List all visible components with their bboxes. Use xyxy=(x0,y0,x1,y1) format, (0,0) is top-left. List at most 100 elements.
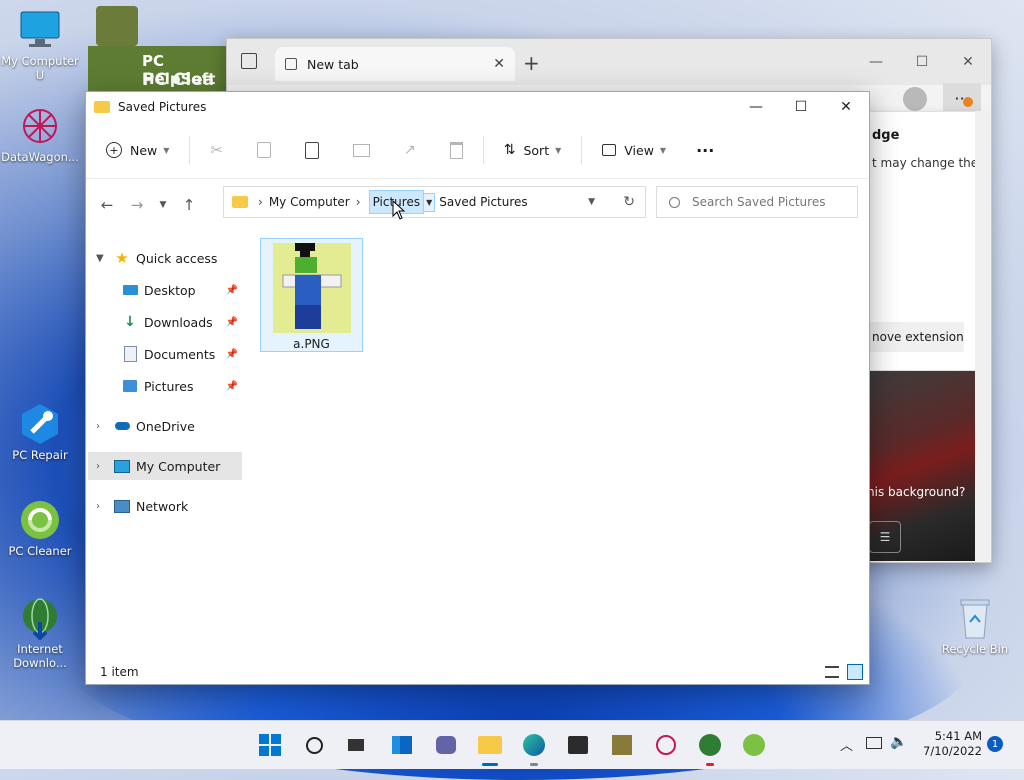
sidebar-item-desktop[interactable]: Desktop 📌 xyxy=(88,276,242,304)
sidebar-item-quick-access[interactable]: ▼ ★ Quick access xyxy=(88,244,242,272)
desktop-icon-label: Internet Downlo... xyxy=(13,642,67,670)
books-app-button[interactable] xyxy=(606,729,638,761)
file-item[interactable]: a.PNG xyxy=(260,238,363,352)
sidebar-item-pictures[interactable]: Pictures 📌 xyxy=(88,372,242,400)
breadcrumb-my-computer[interactable]: My Computer xyxy=(269,195,350,209)
address-dropdown-icon[interactable]: ▼ xyxy=(588,197,595,207)
edge-scrollbar[interactable] xyxy=(975,111,991,561)
start-button[interactable] xyxy=(254,729,286,761)
background-menu-button[interactable]: ☰ xyxy=(869,521,901,553)
status-bar: 1 item xyxy=(86,660,869,684)
recent-locations-button[interactable]: ▼ xyxy=(152,190,174,220)
breadcrumb-dropdown-icon[interactable]: ▼ xyxy=(424,192,436,212)
datawagon-taskbar-button[interactable] xyxy=(650,729,682,761)
sidebar-item-downloads[interactable]: ↓ Downloads 📌 xyxy=(88,308,242,336)
rename-button[interactable] xyxy=(345,134,378,166)
pin-icon: 📌 xyxy=(225,284,238,296)
chevron-down-icon: ▼ xyxy=(555,145,562,155)
breadcrumb-separator: › xyxy=(355,195,361,209)
globe-download-icon xyxy=(18,596,62,640)
recycle-bin-icon xyxy=(953,596,997,640)
address-bar[interactable]: › My Computer › Pictures ▼ Saved Picture… xyxy=(223,186,646,218)
tab-actions-icon[interactable] xyxy=(241,53,257,69)
banner-line2: PC Clea xyxy=(142,70,215,90)
volume-icon[interactable]: 🔈 xyxy=(890,734,907,750)
share-button[interactable]: ↗ xyxy=(396,134,424,166)
up-button[interactable]: ↑ xyxy=(174,190,204,220)
details-view-icon[interactable] xyxy=(825,666,839,678)
share-icon: ↗ xyxy=(404,142,416,158)
back-button[interactable]: ← xyxy=(92,190,122,220)
pc-cleaner-taskbar-button[interactable] xyxy=(738,729,770,761)
widgets-button[interactable] xyxy=(386,729,418,761)
large-icons-view-icon[interactable] xyxy=(847,664,863,680)
new-button[interactable]: + New ▼ xyxy=(98,134,177,166)
refresh-icon[interactable]: ↻ xyxy=(623,194,635,210)
sidebar-label: OneDrive xyxy=(136,418,195,434)
sidebar-item-network[interactable]: › Network xyxy=(88,492,242,520)
network-status-icon[interactable] xyxy=(866,737,882,749)
sidebar-item-my-computer[interactable]: › My Computer xyxy=(88,452,242,480)
desktop-icon-recycle-bin[interactable]: Recycle Bin xyxy=(935,596,1015,656)
pchelpsoft-window: PC HelpSoft PC Clea xyxy=(88,6,228,92)
chevron-down-icon: ▼ xyxy=(96,252,104,264)
folder-icon xyxy=(232,196,248,208)
notification-badge[interactable]: 1 xyxy=(987,736,1003,752)
delete-button[interactable] xyxy=(442,134,471,166)
task-view-icon xyxy=(348,739,364,751)
search-button[interactable] xyxy=(298,729,330,761)
desktop-icon-my-computer[interactable]: My Computer U xyxy=(0,8,80,82)
clipboard-icon xyxy=(305,141,319,159)
clock[interactable]: 5:41 AM 7/10/2022 xyxy=(912,729,982,759)
pin-icon: 📌 xyxy=(225,348,238,360)
edge-menu-button[interactable]: ··· xyxy=(943,83,981,113)
close-tab-icon[interactable]: ✕ xyxy=(493,56,505,72)
breadcrumb-saved-pictures[interactable]: Saved Pictures xyxy=(439,195,527,209)
edge-tab[interactable]: New tab ✕ xyxy=(275,47,515,81)
desktop-icon-pc-cleaner[interactable]: PC Cleaner xyxy=(0,498,80,558)
pictures-icon xyxy=(122,378,138,394)
edge-taskbar-button[interactable] xyxy=(518,729,550,766)
paste-button[interactable] xyxy=(297,134,327,166)
desktop-icon-label: My Computer U xyxy=(1,54,79,82)
more-options-button[interactable]: ··· xyxy=(688,134,722,166)
edge-maximize-button[interactable]: ☐ xyxy=(899,47,945,77)
store-button[interactable] xyxy=(562,729,594,761)
internet-download-taskbar-button[interactable] xyxy=(694,729,726,766)
alert-badge-icon xyxy=(963,97,973,107)
search-box[interactable]: Search Saved Pictures xyxy=(656,186,858,218)
pin-icon: 📌 xyxy=(225,316,238,328)
background-question: nis background? xyxy=(867,485,966,499)
chat-button[interactable] xyxy=(430,729,462,761)
file-explorer-taskbar-button[interactable] xyxy=(474,729,506,766)
edge-minimize-button[interactable]: — xyxy=(853,47,899,77)
show-hidden-icons-button[interactable]: ︿ xyxy=(840,735,853,754)
chevron-down-icon: ▼ xyxy=(163,145,170,155)
sidebar-item-onedrive[interactable]: › OneDrive xyxy=(88,412,242,440)
newtab-icon xyxy=(285,58,297,70)
star-icon: ★ xyxy=(115,249,129,267)
profile-avatar-icon[interactable] xyxy=(903,87,927,111)
search-icon xyxy=(305,736,323,754)
desktop-icon-pc-repair[interactable]: PC Repair xyxy=(0,402,80,462)
widgets-icon xyxy=(392,736,412,754)
edge-tab-title: New tab xyxy=(307,56,359,72)
chat-icon xyxy=(436,736,456,754)
edge-tab-bar: New tab ✕ + — ☐ ✕ xyxy=(227,39,991,85)
forward-button[interactable]: → xyxy=(122,190,152,220)
minimize-button[interactable]: — xyxy=(733,92,779,122)
edge-close-button[interactable]: ✕ xyxy=(945,47,991,77)
maximize-button[interactable]: ☐ xyxy=(778,92,824,122)
sidebar-label: Downloads xyxy=(144,314,213,330)
close-button[interactable]: ✕ xyxy=(823,92,869,122)
copy-button[interactable] xyxy=(249,134,279,166)
sort-button[interactable]: ⇅ Sort ▼ xyxy=(496,134,570,166)
view-button[interactable]: View ▼ xyxy=(594,134,674,166)
new-tab-button[interactable]: + xyxy=(523,51,540,75)
remove-extension-button[interactable]: nove extension xyxy=(864,322,964,352)
desktop-icon-internet-download[interactable]: Internet Downlo... xyxy=(0,596,80,670)
sidebar-item-documents[interactable]: Documents 📌 xyxy=(88,340,242,368)
desktop-icon-datawagon[interactable]: DataWagon... xyxy=(0,104,80,164)
cut-button[interactable]: ✂ xyxy=(202,134,231,166)
task-view-button[interactable] xyxy=(340,729,372,761)
